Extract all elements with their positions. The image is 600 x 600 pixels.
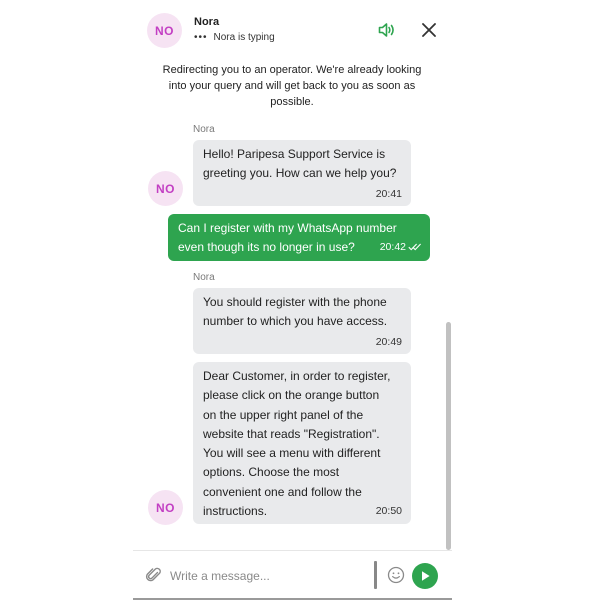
- speaker-icon: [378, 23, 394, 37]
- message-composer: [133, 550, 452, 600]
- agent-avatar: NO: [148, 490, 183, 525]
- agent-avatar: NO: [148, 171, 183, 206]
- chat-widget: NO Nora ••• Nora is typing Redirecting y…: [133, 0, 452, 600]
- message-line: You should register with the phone: [203, 295, 387, 309]
- cursor-bar: [374, 561, 377, 589]
- message-line: website that reads "Registration".: [203, 426, 380, 441]
- message-line: please click on the orange button: [203, 388, 380, 403]
- message-time: 20:41: [375, 188, 402, 200]
- send-button[interactable]: [412, 563, 438, 589]
- sender-label: Nora: [193, 124, 215, 135]
- message-line: Can I register with my WhatsApp number: [178, 221, 397, 235]
- message-scrollbar[interactable]: [446, 322, 451, 550]
- message-line: You will see a menu with different: [203, 446, 381, 461]
- message-input[interactable]: [170, 564, 366, 588]
- message-time: 20:49: [375, 336, 402, 348]
- typing-dots: •••: [194, 32, 208, 43]
- chat-header: NO Nora ••• Nora is typing: [133, 0, 452, 62]
- system-notice: Redirecting you to an operator. We're al…: [162, 64, 422, 108]
- message-line: number to which you have access.: [203, 314, 388, 329]
- message-line: on the upper right panel of the: [203, 407, 364, 422]
- message-time: 20:42: [379, 241, 406, 253]
- sound-toggle-button[interactable]: [377, 20, 397, 40]
- close-button[interactable]: [419, 20, 439, 40]
- message-line: convenient one and follow the: [203, 484, 362, 499]
- message-line: Dear Customer, in order to register,: [203, 369, 391, 383]
- message-line: Hello! Paripesa Support Service is: [203, 147, 386, 161]
- typing-status: Nora is typing: [213, 32, 275, 43]
- attach-button[interactable]: [145, 566, 165, 586]
- paperclip-icon: [145, 567, 161, 582]
- incoming-message: You should register with the phone numbe…: [193, 288, 411, 354]
- message-line: greeting you. How can we help you?: [203, 166, 397, 181]
- incoming-message: Dear Customer, in order to register, ple…: [193, 362, 411, 524]
- message-time: 20:50: [375, 505, 402, 517]
- typing-indicator: ••• Nora is typing: [194, 32, 275, 43]
- message-list[interactable]: Redirecting you to an operator. We're al…: [133, 62, 452, 550]
- sender-label: Nora: [193, 272, 215, 283]
- incoming-message: Hello! Paripesa Support Service is greet…: [193, 140, 411, 206]
- double-check-icon: [408, 243, 421, 251]
- emoji-button[interactable]: [387, 566, 405, 584]
- send-icon: [422, 571, 430, 581]
- agent-name: Nora: [194, 16, 220, 28]
- close-icon: [422, 23, 436, 37]
- smiley-icon: [387, 566, 405, 584]
- message-line: instructions.: [203, 504, 268, 519]
- outgoing-message: Can I register with my WhatsApp number e…: [168, 214, 430, 261]
- agent-avatar: NO: [147, 13, 182, 48]
- message-line: options. Choose the most: [203, 465, 340, 480]
